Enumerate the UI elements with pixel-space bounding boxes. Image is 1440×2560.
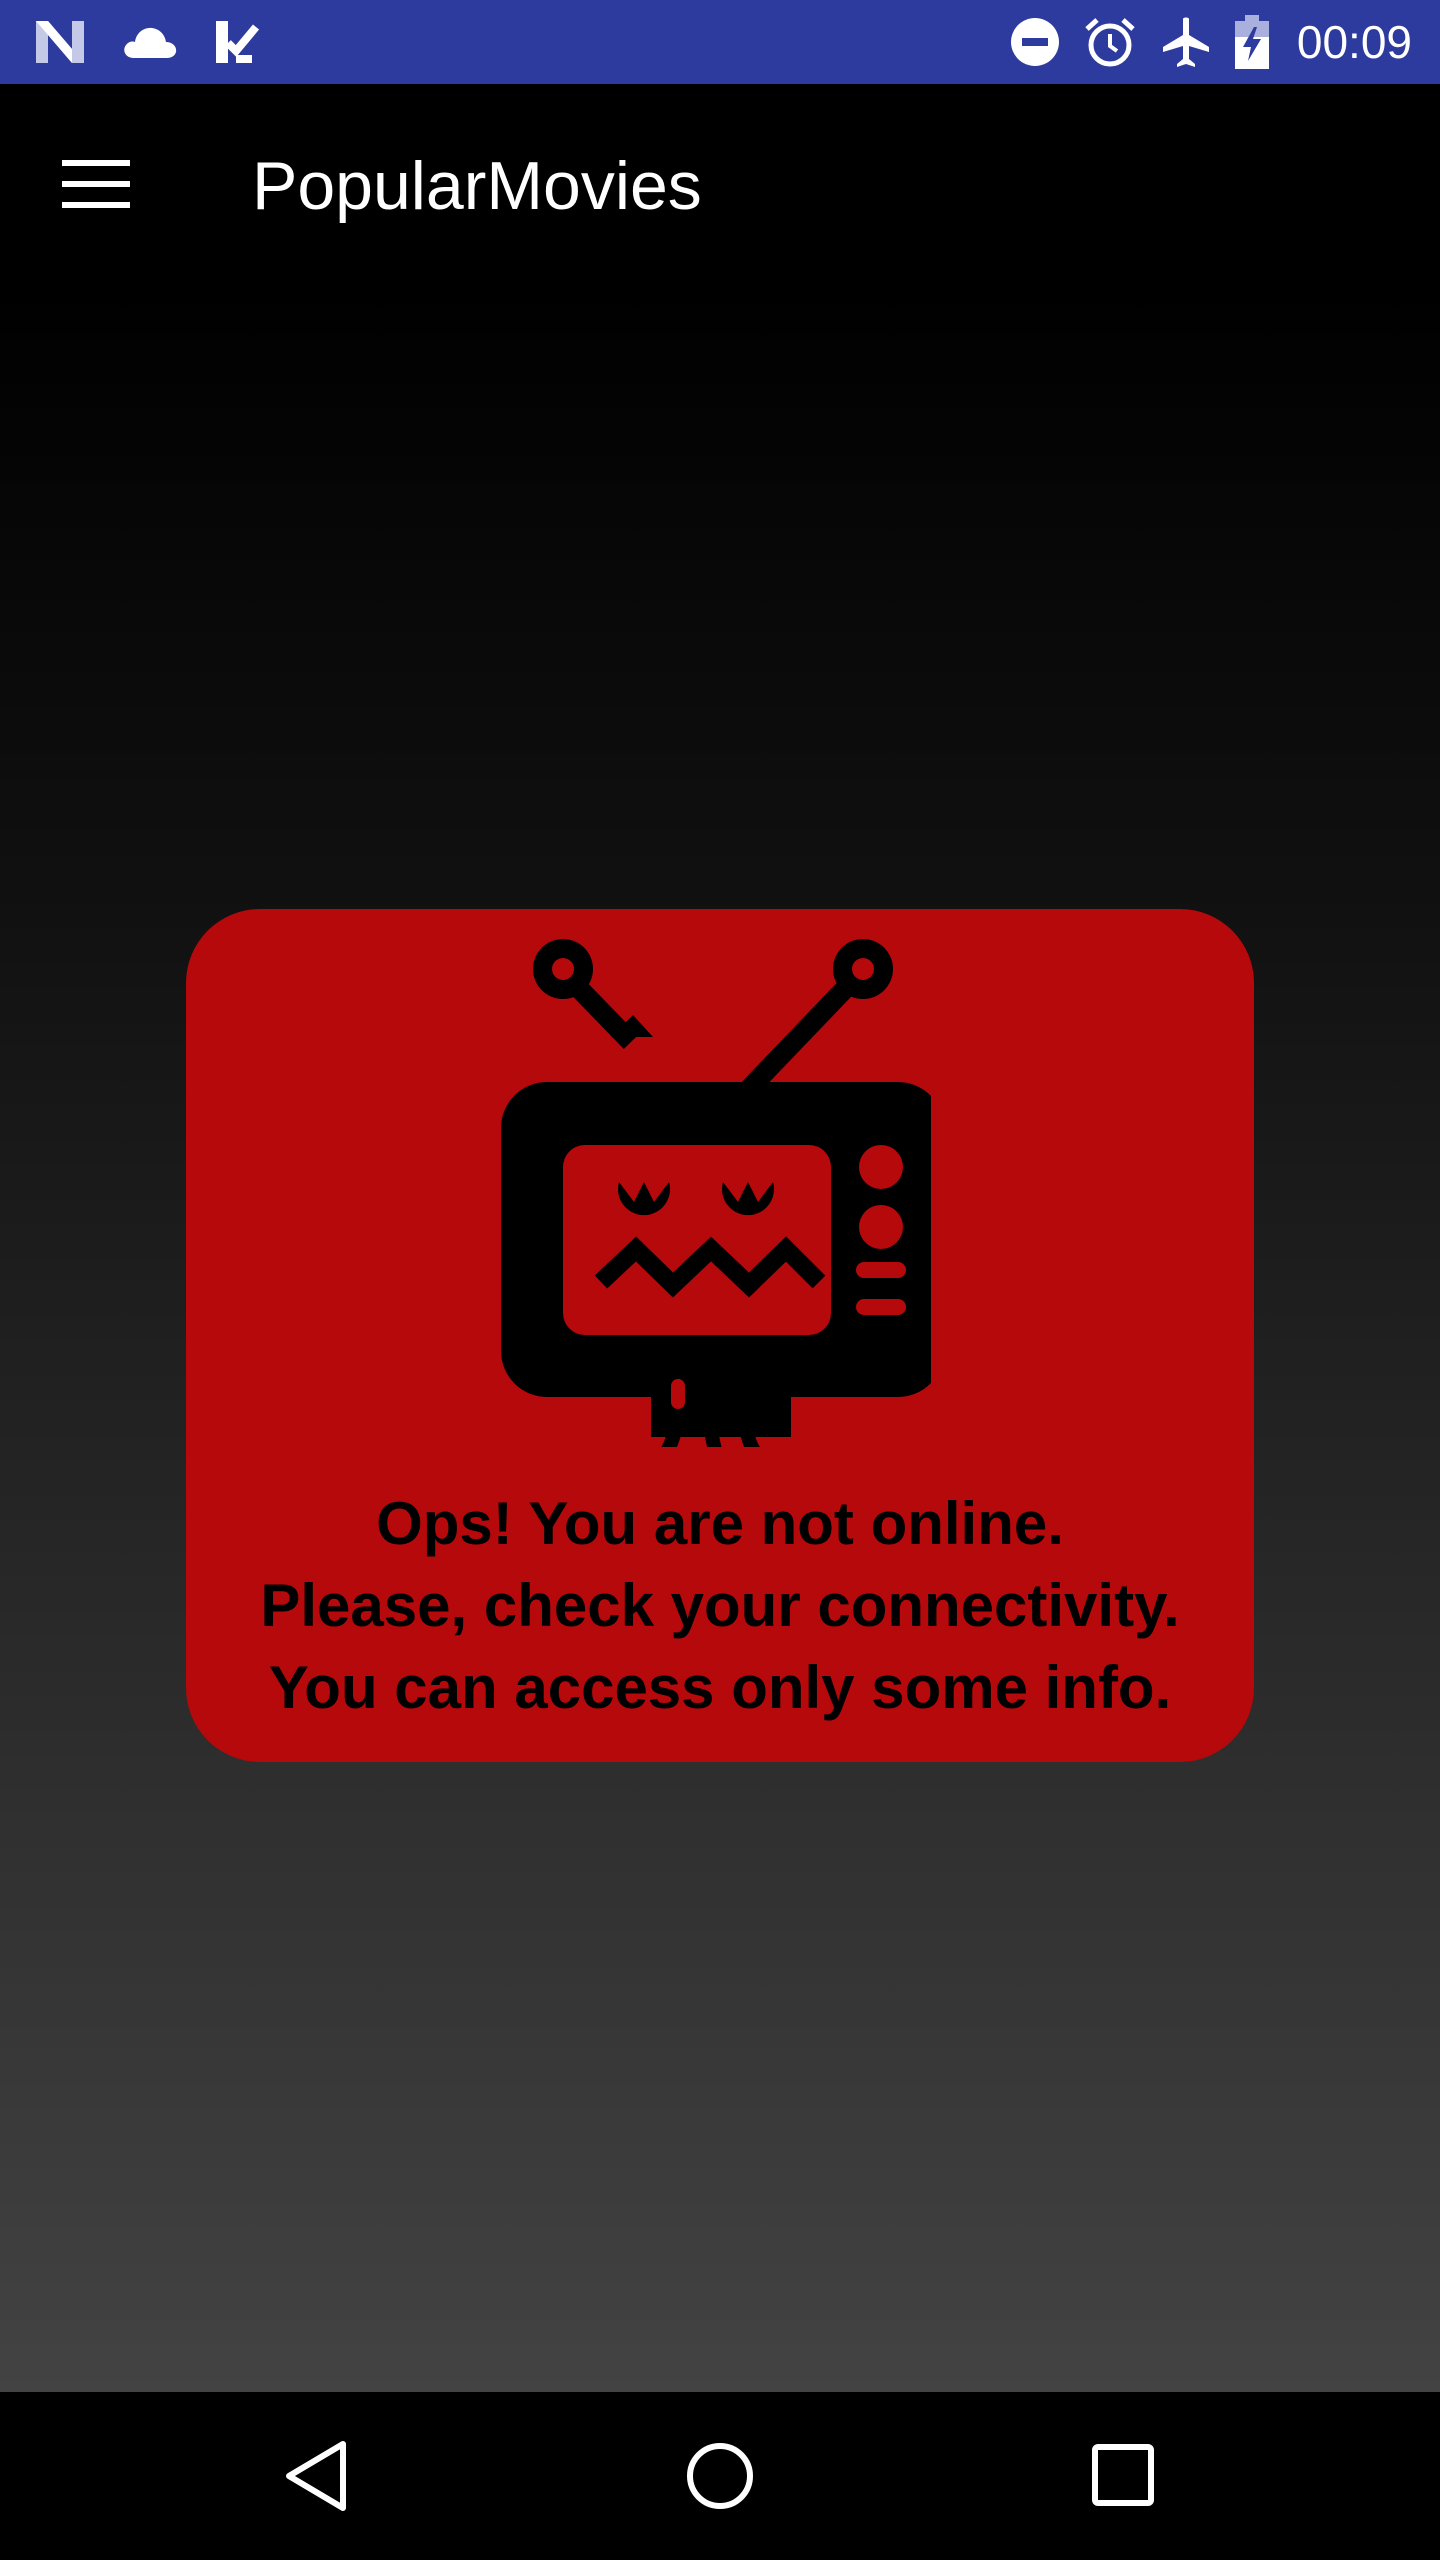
back-icon [286,2441,346,2511]
alarm-icon [1083,15,1137,69]
status-right-icons: 00:09 [1009,14,1412,70]
do-not-disturb-icon [1009,16,1061,68]
offline-card: Ops! You are not online. Please, check y… [186,909,1254,1762]
home-button[interactable] [670,2426,770,2526]
check-list-icon [212,17,262,67]
offline-message-line: Please, check your connectivity. [260,1572,1180,1639]
status-time: 00:09 [1296,16,1412,68]
offline-message: Ops! You are not online. Please, check y… [186,1483,1254,1729]
offline-message-line: Ops! You are not online. [376,1490,1064,1557]
sad-tv-robot-icon [501,939,931,1447]
main-content: Ops! You are not online. Please, check y… [0,284,1440,2392]
app-bar: PopularMovies [0,84,1440,284]
status-left-icons [34,14,262,70]
airplane-mode-icon [1159,15,1213,69]
hamburger-menu-icon [62,158,130,215]
navigation-bar [0,2392,1440,2560]
status-bar: 00:09 [0,0,1440,84]
home-icon [687,2443,753,2509]
menu-button[interactable] [48,138,144,234]
offline-message-line: You can access only some info. [268,1654,1172,1721]
recents-button[interactable] [1074,2426,1174,2526]
n-logo-icon [34,19,86,65]
app-title: PopularMovies [252,148,702,224]
recents-icon [1092,2444,1154,2506]
battery-charging-icon [1234,15,1269,69]
back-button[interactable] [266,2426,366,2526]
cloud-icon [120,22,178,62]
